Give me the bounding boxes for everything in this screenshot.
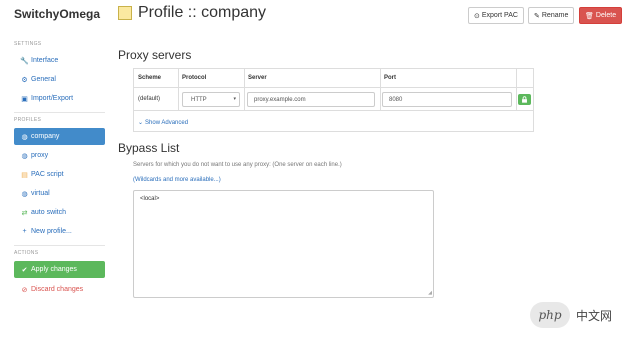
sidebar-item-company[interactable]: ◍ company — [14, 128, 105, 145]
bypass-help-text: Servers for which you do not want to use… — [133, 162, 342, 168]
discard-label: Discard changes — [31, 286, 84, 293]
column-divider — [380, 69, 381, 111]
delete-label: Delete — [595, 12, 617, 19]
row-divider — [134, 110, 533, 111]
sidebar-item-label: auto switch — [31, 209, 67, 216]
retweet-icon: ⇄ — [21, 209, 28, 217]
rename-label: Rename — [541, 12, 569, 19]
delete-button[interactable]: 🗑 Delete — [579, 7, 623, 24]
server-value: proxy.example.com — [254, 96, 306, 103]
settings-header: SETTINGS — [14, 41, 42, 47]
column-header-port: Port — [384, 75, 396, 81]
gear-icon: ⚙ — [21, 76, 28, 84]
lock-icon — [522, 96, 527, 103]
sidebar-item-label: Import/Export — [31, 95, 74, 102]
sidebar-item-interface[interactable]: 🔧 Interface — [14, 52, 105, 69]
column-header-server: Server — [248, 75, 267, 81]
apply-changes-button[interactable]: ✔ Apply changes — [14, 261, 105, 278]
row-divider — [134, 87, 533, 88]
file-icon: ▤ — [21, 171, 28, 179]
wrench-icon: 🔧 — [20, 57, 29, 65]
sidebar: SwitchyOmega SETTINGS 🔧 Interface ⚙ Gene… — [0, 0, 113, 347]
ban-icon: ⊘ — [21, 286, 28, 294]
sidebar-item-virtual[interactable]: ◍ virtual — [14, 185, 105, 202]
sidebar-item-label: New profile... — [31, 228, 72, 235]
show-advanced-link[interactable]: ⌄ Show Advanced — [138, 119, 189, 127]
port-input[interactable]: 8080 — [382, 92, 512, 107]
proxy-servers-table: Scheme Protocol Server Port (default) HT… — [133, 68, 534, 132]
plus-icon: + — [22, 228, 27, 235]
divider — [14, 112, 105, 113]
bypass-list-content: <local> — [140, 196, 160, 202]
bypass-list-title: Bypass List — [118, 141, 180, 155]
sidebar-item-label: General — [31, 76, 56, 83]
sidebar-item-general[interactable]: ⚙ General — [14, 71, 105, 88]
protocol-value: HTTP — [191, 96, 207, 103]
page-title: Profile :: company — [138, 4, 267, 21]
watermark: php 中文网 — [530, 302, 612, 328]
sidebar-item-proxy[interactable]: ◍ proxy — [14, 147, 105, 164]
actions-header: ACTIONS — [14, 250, 39, 256]
proxy-servers-title: Proxy servers — [118, 48, 192, 62]
floppy-icon: ▣ — [21, 95, 28, 103]
apply-label: Apply changes — [31, 266, 77, 273]
wildcards-link[interactable]: (Wildcards and more available...) — [133, 177, 221, 183]
globe-icon: ◍ — [21, 190, 28, 198]
sidebar-item-pac-script[interactable]: ▤ PAC script — [14, 166, 105, 183]
divider — [14, 245, 105, 246]
chevron-down-icon: ⌄ — [138, 120, 144, 126]
sidebar-item-label: Interface — [31, 57, 59, 64]
column-header-scheme: Scheme — [138, 75, 162, 81]
php-logo-text: php — [538, 308, 562, 322]
scheme-cell: (default) — [138, 96, 161, 102]
column-header-protocol: Protocol — [182, 75, 207, 81]
sidebar-item-import-export[interactable]: ▣ Import/Export — [14, 90, 105, 107]
trash-icon: 🗑 — [585, 12, 594, 20]
export-pac-label: Export PAC — [481, 12, 518, 19]
check-icon: ✔ — [21, 266, 28, 274]
profile-color-swatch[interactable] — [118, 6, 132, 20]
port-value: 8080 — [389, 96, 403, 103]
column-divider — [244, 69, 245, 111]
discard-changes-button[interactable]: ⊘ Discard changes — [14, 281, 105, 298]
sidebar-item-new-profile[interactable]: + New profile... — [14, 223, 105, 240]
profiles-header: PROFILES — [14, 117, 42, 123]
sidebar-item-label: virtual — [31, 190, 50, 197]
watermark-text: 中文网 — [576, 308, 613, 323]
chevron-down-icon: ▾ — [233, 96, 236, 102]
sidebar-item-auto-switch[interactable]: ⇄ auto switch — [14, 204, 105, 221]
export-pac-button[interactable]: ⊙ Export PAC — [468, 7, 524, 24]
protocol-select[interactable]: HTTP ▾ — [182, 92, 240, 107]
server-input[interactable]: proxy.example.com — [247, 92, 375, 107]
app-title: SwitchyOmega — [14, 7, 101, 21]
show-advanced-label: Show Advanced — [145, 119, 189, 126]
download-icon: ⊙ — [474, 12, 480, 20]
auth-lock-button[interactable] — [518, 94, 531, 105]
php-logo: php — [530, 302, 570, 328]
bypass-list-textarea[interactable]: <local> ◢ — [133, 190, 434, 298]
edit-icon: ✎ — [534, 12, 540, 20]
column-divider — [178, 69, 179, 111]
sidebar-item-label: company — [31, 133, 60, 140]
sidebar-item-label: PAC script — [31, 171, 64, 178]
resize-handle-icon[interactable]: ◢ — [428, 290, 432, 296]
column-divider — [516, 69, 517, 111]
rename-button[interactable]: ✎ Rename — [528, 7, 575, 24]
sidebar-item-label: proxy — [31, 152, 49, 159]
globe-icon: ◍ — [21, 133, 28, 141]
globe-icon: ◍ — [21, 152, 28, 160]
